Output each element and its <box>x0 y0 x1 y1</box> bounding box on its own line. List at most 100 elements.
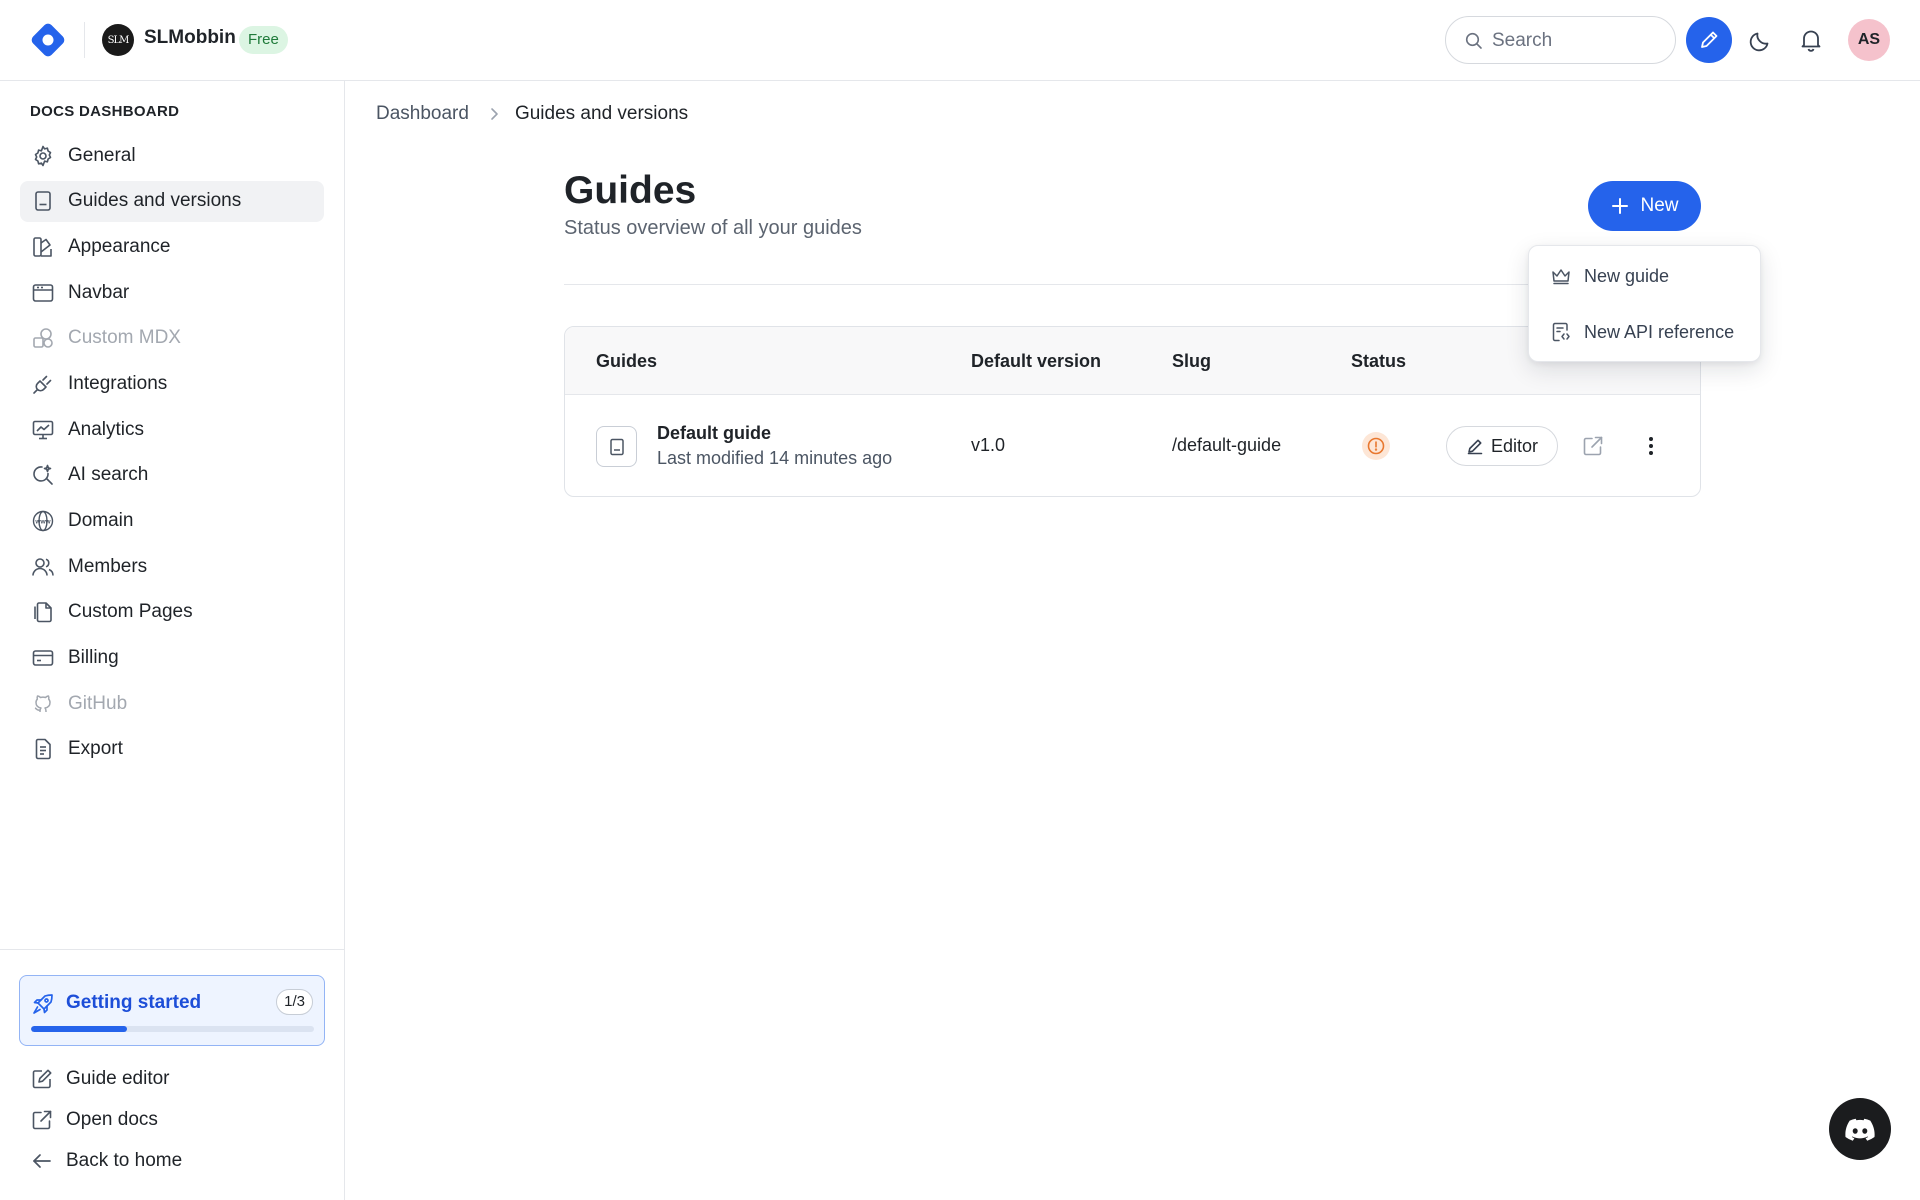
new-dropdown-menu: New guide New API reference <box>1528 245 1761 362</box>
breadcrumb: Dashboard Guides and versions <box>376 103 688 125</box>
org-name[interactable]: SLMobbin <box>144 27 236 49</box>
guide-last-modified: Last modified 14 minutes ago <box>657 448 893 468</box>
sidebar-item-billing[interactable]: Billing <box>20 638 324 679</box>
column-header-default-version: Default version <box>971 351 1102 371</box>
file-export-icon <box>31 737 55 761</box>
moon-icon <box>1747 26 1775 54</box>
kebab-menu-icon <box>1639 434 1663 458</box>
users-icon <box>31 555 55 579</box>
edit-square-icon <box>30 1067 54 1091</box>
page-subtitle: Status overview of all your guides <box>564 217 862 239</box>
sidebar-item-custom-mdx[interactable]: Custom MDX <box>20 318 324 359</box>
sidebar-item-export[interactable]: Export <box>20 729 324 770</box>
page-title: Guides <box>564 169 697 212</box>
sidebar-item-github[interactable]: GitHub <box>20 683 324 724</box>
sidebar-item-domain[interactable]: www Domain <box>20 501 324 542</box>
breadcrumb-dashboard[interactable]: Dashboard <box>376 103 469 125</box>
guide-name[interactable]: Default guide <box>657 423 771 444</box>
editor-button[interactable]: Editor <box>1446 426 1558 466</box>
app-logo-icon[interactable] <box>29 21 67 59</box>
editor-button-label: Editor <box>1490 435 1539 456</box>
sidebar-item-analytics[interactable]: Analytics <box>20 409 324 450</box>
sidebar-item-label: Appearance <box>68 235 171 257</box>
sidebar-item-custom-pages[interactable]: Custom Pages <box>20 592 324 633</box>
guide-editor-link[interactable]: Guide editor <box>30 1058 182 1099</box>
getting-started-count: 1/3 <box>276 989 313 1015</box>
sidebar: DOCS DASHBOARD General Guides and versio… <box>0 81 345 1200</box>
sidebar-item-label: Navbar <box>68 281 130 303</box>
globe-www-icon: www <box>31 509 55 533</box>
presentation-chart-icon <box>31 418 55 442</box>
sidebar-nav: General Guides and versions Appearance N… <box>20 135 324 775</box>
menu-item-new-guide[interactable]: New guide <box>1529 254 1760 298</box>
open-docs-link[interactable]: Open docs <box>30 1099 182 1140</box>
sidebar-item-label: Analytics <box>68 418 145 440</box>
more-options-button[interactable] <box>1639 434 1663 458</box>
getting-started-card[interactable]: Getting started 1/3 <box>19 975 325 1046</box>
sidebar-item-members[interactable]: Members <box>20 546 324 587</box>
getting-started-label: Getting started <box>66 992 202 1013</box>
column-header-guides: Guides <box>596 351 658 371</box>
github-icon <box>31 692 55 716</box>
guide-version: v1.0 <box>971 435 1006 455</box>
edit-button[interactable] <box>1686 17 1732 63</box>
plus-icon <box>1610 196 1630 216</box>
rocket-icon <box>31 992 55 1016</box>
new-button[interactable]: New <box>1588 181 1701 231</box>
progress-bar <box>31 1026 314 1032</box>
palette-icon <box>31 235 55 259</box>
open-guide-button[interactable] <box>1581 434 1605 458</box>
sidebar-item-guides-and-versions[interactable]: Guides and versions <box>20 180 324 222</box>
sidebar-item-label: Integrations <box>68 372 168 394</box>
menu-item-new-api-reference[interactable]: New API reference <box>1529 310 1760 354</box>
column-header-slug: Slug <box>1172 351 1211 371</box>
plan-badge: Free <box>239 26 288 54</box>
back-to-home-link[interactable]: Back to home <box>30 1140 182 1181</box>
sidebar-item-ai-search[interactable]: AI search <box>20 455 324 496</box>
sidebar-item-navbar[interactable]: Navbar <box>20 272 324 313</box>
pages-icon <box>31 600 55 624</box>
top-bar: SLM SLMobbin Free AS <box>0 0 1920 81</box>
side-link-label: Open docs <box>66 1108 158 1130</box>
discord-chat-button[interactable] <box>1829 1098 1891 1160</box>
guide-slug: /default-guide <box>1172 435 1282 455</box>
menu-item-label: New API reference <box>1584 321 1735 342</box>
sidebar-item-appearance[interactable]: Appearance <box>20 226 324 267</box>
discord-icon <box>1845 1117 1875 1141</box>
shapes-icon <box>31 326 55 350</box>
side-link-label: Guide editor <box>66 1067 170 1089</box>
side-link-label: Back to home <box>66 1149 183 1171</box>
sidebar-item-label: GitHub <box>68 692 128 714</box>
guide-book-icon <box>596 426 637 467</box>
arrow-left-icon <box>30 1149 54 1173</box>
gear-icon <box>31 144 55 168</box>
notifications-button[interactable] <box>1797 26 1825 54</box>
chevron-right-icon <box>489 107 499 121</box>
pencil-icon <box>1698 29 1720 51</box>
column-header-status: Status <box>1351 351 1407 371</box>
sidebar-item-label: Custom Pages <box>68 601 193 623</box>
breadcrumb-current: Guides and versions <box>514 103 689 124</box>
org-avatar[interactable]: SLM <box>102 24 134 56</box>
dark-mode-toggle[interactable] <box>1747 26 1775 54</box>
table-row[interactable]: Default guide Last modified 14 minutes a… <box>565 395 1700 496</box>
sidebar-item-label: Billing <box>68 647 119 669</box>
sidebar-heading: DOCS DASHBOARD <box>30 103 180 120</box>
window-icon <box>31 281 55 305</box>
sidebar-item-integrations[interactable]: Integrations <box>20 363 324 404</box>
search-input[interactable] <box>1492 29 1662 53</box>
divider <box>84 22 85 58</box>
sidebar-item-general[interactable]: General <box>20 135 324 176</box>
divider <box>0 949 345 950</box>
search-box[interactable] <box>1445 16 1676 64</box>
sidebar-item-label: Guides and versions <box>68 190 242 212</box>
book-icon <box>31 189 55 213</box>
progress-bar-fill <box>31 1026 128 1032</box>
crown-icon <box>1550 265 1572 287</box>
sidebar-item-label: AI search <box>68 464 149 486</box>
svg-text:www: www <box>34 518 51 525</box>
user-avatar[interactable]: AS <box>1848 19 1890 61</box>
sidebar-item-label: Custom MDX <box>68 327 181 349</box>
sidebar-item-label: Members <box>68 555 148 577</box>
sidebar-footer-links: Guide editor Open docs Back to home <box>30 1058 182 1181</box>
